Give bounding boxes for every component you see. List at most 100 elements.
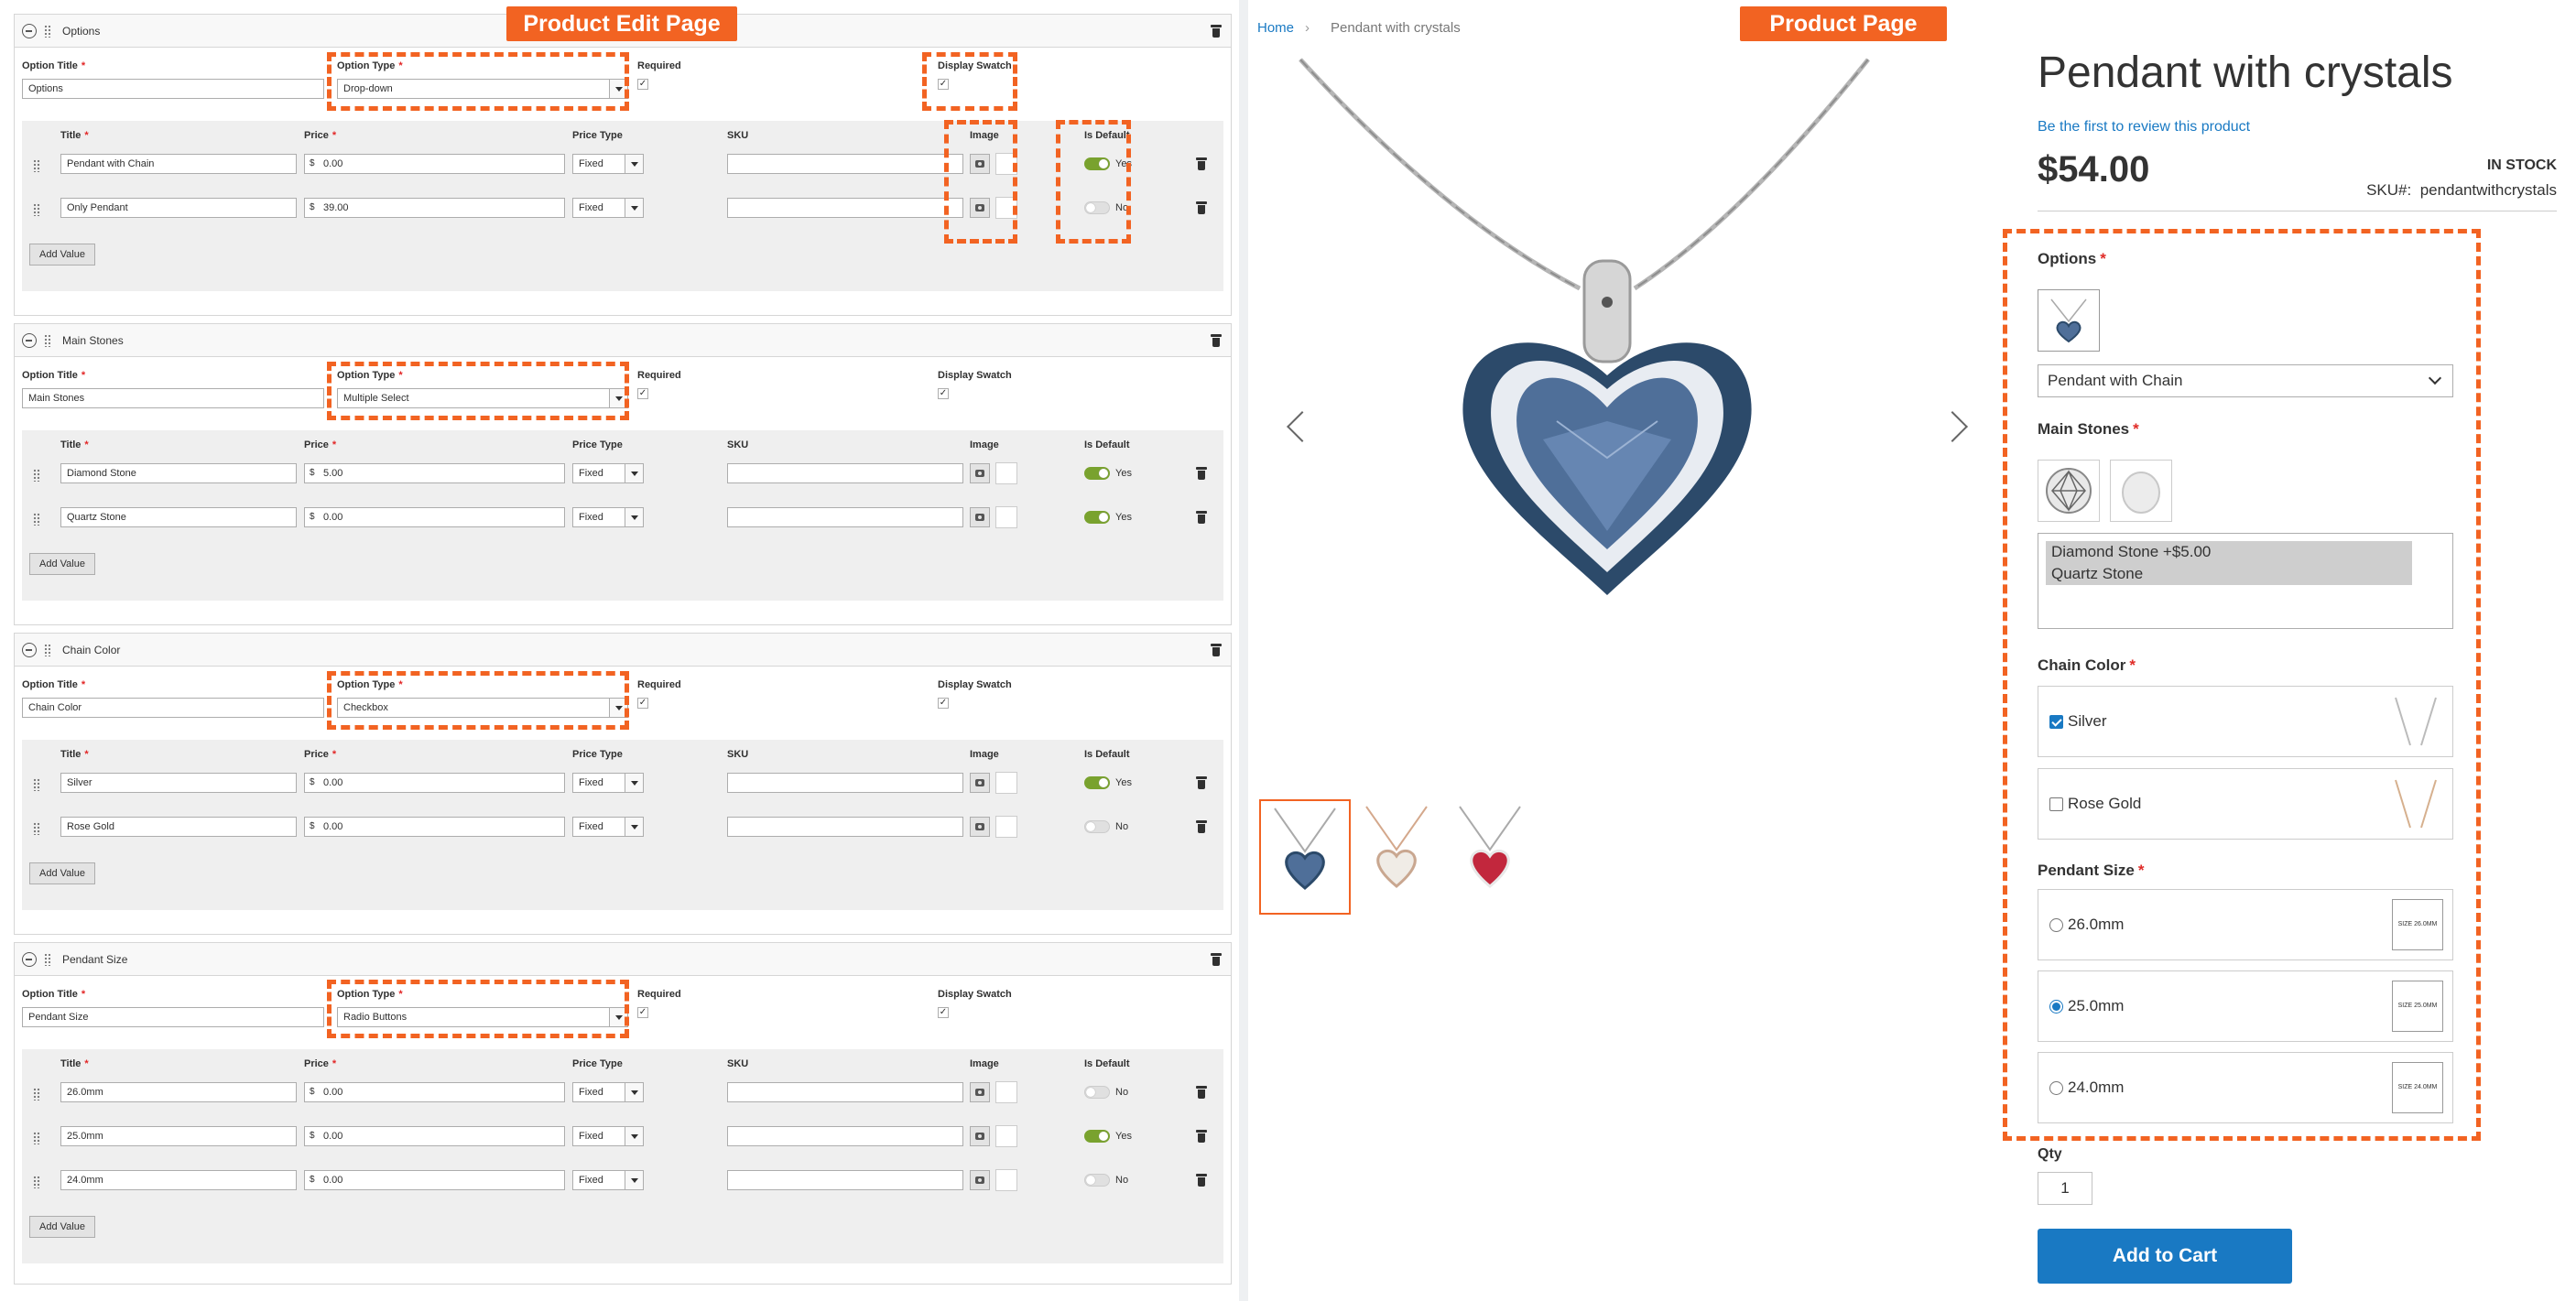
option-header[interactable]: Chain Color [15, 634, 1231, 667]
row-drag-handle-icon[interactable] [33, 778, 40, 791]
value-sku-input[interactable] [727, 198, 963, 218]
option-title-input[interactable]: Pendant Size [22, 1007, 324, 1027]
drag-handle-icon[interactable] [44, 953, 51, 966]
value-sku-input[interactable] [727, 1082, 963, 1102]
row-drag-handle-icon[interactable] [33, 513, 40, 526]
value-image-thumb[interactable] [995, 1081, 1017, 1103]
camera-icon[interactable] [970, 773, 990, 793]
row-drag-handle-icon[interactable] [33, 159, 40, 172]
delete-row-icon[interactable] [1196, 776, 1207, 789]
value-title-input[interactable]: 24.0mm [60, 1170, 297, 1190]
value-price-type-select[interactable]: Fixed [572, 463, 644, 483]
value-price-input[interactable]: 39.00 [304, 198, 565, 218]
chain-color-silver[interactable]: Silver [2038, 686, 2453, 757]
value-image-thumb[interactable] [995, 1125, 1017, 1147]
delete-row-icon[interactable] [1196, 201, 1207, 214]
add-value-button[interactable]: Add Value [29, 553, 95, 575]
delete-row-icon[interactable] [1196, 1174, 1207, 1187]
collapse-icon[interactable] [22, 24, 37, 38]
delete-option-icon[interactable] [1211, 334, 1222, 347]
value-sku-input[interactable] [727, 463, 963, 483]
value-price-input[interactable]: 0.00 [304, 154, 565, 174]
pendant-size-25[interactable]: 25.0mm SIZE 25.0MM [2038, 970, 2453, 1042]
value-price-input[interactable]: 0.00 [304, 1126, 565, 1146]
value-price-type-select[interactable]: Fixed [572, 1082, 644, 1102]
value-price-input[interactable]: 0.00 [304, 817, 565, 837]
delete-row-icon[interactable] [1196, 820, 1207, 833]
delete-row-icon[interactable] [1196, 1130, 1207, 1143]
drag-handle-icon[interactable] [44, 644, 51, 656]
pendant-size-26[interactable]: 26.0mm SIZE 26.0MM [2038, 889, 2453, 960]
option-type-select[interactable]: Radio Buttons [337, 1007, 628, 1027]
value-title-input[interactable]: Only Pendant [60, 198, 297, 218]
value-price-type-select[interactable]: Fixed [572, 198, 644, 218]
delete-row-icon[interactable] [1196, 467, 1207, 480]
option-title-input[interactable]: Main Stones [22, 388, 324, 408]
gallery-thumb-2[interactable] [1353, 799, 1444, 915]
options-swatch[interactable] [2038, 289, 2100, 352]
display-swatch-checkbox[interactable]: ✓ [938, 1007, 949, 1018]
size-24-radio[interactable] [2049, 1081, 2063, 1095]
value-price-type-select[interactable]: Fixed [572, 507, 644, 527]
delete-option-icon[interactable] [1211, 953, 1222, 966]
value-title-input[interactable]: Rose Gold [60, 817, 297, 837]
delete-option-icon[interactable] [1211, 644, 1222, 656]
value-price-type-select[interactable]: Fixed [572, 154, 644, 174]
add-value-button[interactable]: Add Value [29, 244, 95, 266]
qty-input[interactable]: 1 [2038, 1172, 2092, 1205]
display-swatch-checkbox[interactable]: ✓ [938, 388, 949, 399]
is-default-toggle[interactable] [1084, 1130, 1110, 1143]
camera-icon[interactable] [970, 1170, 990, 1190]
display-swatch-checkbox[interactable]: ✓ [938, 79, 949, 90]
gallery-thumb-1[interactable] [1259, 799, 1351, 915]
rose-gold-checkbox[interactable] [2049, 797, 2063, 811]
main-stones-option[interactable]: Diamond Stone +$5.00 [2046, 541, 2412, 563]
collapse-icon[interactable] [22, 643, 37, 657]
size-25-radio[interactable] [2049, 1000, 2063, 1014]
option-header[interactable]: Pendant Size [15, 943, 1231, 976]
option-header[interactable]: Main Stones [15, 324, 1231, 357]
delete-option-icon[interactable] [1211, 25, 1222, 38]
required-checkbox[interactable]: ✓ [637, 1007, 648, 1018]
option-title-input[interactable]: Options [22, 79, 324, 99]
is-default-toggle[interactable] [1084, 467, 1110, 480]
value-sku-input[interactable] [727, 817, 963, 837]
review-link[interactable]: Be the first to review this product [2038, 119, 2250, 136]
gallery-thumb-3[interactable] [1446, 799, 1538, 915]
main-stones-option[interactable]: Quartz Stone [2046, 563, 2412, 585]
drag-handle-icon[interactable] [44, 25, 51, 38]
camera-icon[interactable] [970, 1126, 990, 1146]
value-image-thumb[interactable] [995, 153, 1017, 175]
value-title-input[interactable]: 25.0mm [60, 1126, 297, 1146]
chain-color-rose-gold[interactable]: Rose Gold [2038, 768, 2453, 840]
required-checkbox[interactable]: ✓ [637, 79, 648, 90]
value-sku-input[interactable] [727, 1170, 963, 1190]
add-value-button[interactable]: Add Value [29, 1216, 95, 1238]
pendant-size-24[interactable]: 24.0mm SIZE 24.0MM [2038, 1052, 2453, 1123]
value-price-input[interactable]: 0.00 [304, 773, 565, 793]
value-title-input[interactable]: Silver [60, 773, 297, 793]
add-value-button[interactable]: Add Value [29, 862, 95, 884]
value-image-thumb[interactable] [995, 816, 1017, 838]
value-sku-input[interactable] [727, 1126, 963, 1146]
display-swatch-checkbox[interactable]: ✓ [938, 698, 949, 709]
value-title-input[interactable]: Diamond Stone [60, 463, 297, 483]
value-image-thumb[interactable] [995, 772, 1017, 794]
value-price-input[interactable]: 0.00 [304, 507, 565, 527]
camera-icon[interactable] [970, 817, 990, 837]
is-default-toggle[interactable] [1084, 201, 1110, 214]
main-stones-swatch-diamond[interactable] [2038, 460, 2100, 522]
is-default-toggle[interactable] [1084, 776, 1110, 789]
value-image-thumb[interactable] [995, 197, 1017, 219]
value-price-type-select[interactable]: Fixed [572, 817, 644, 837]
option-type-select[interactable]: Checkbox [337, 698, 628, 718]
value-price-input[interactable]: 0.00 [304, 1082, 565, 1102]
option-type-select[interactable]: Multiple Select [337, 388, 628, 408]
value-image-thumb[interactable] [995, 506, 1017, 528]
main-stones-multiselect[interactable]: Diamond Stone +$5.00 Quartz Stone [2038, 533, 2453, 629]
row-drag-handle-icon[interactable] [33, 469, 40, 482]
is-default-toggle[interactable] [1084, 820, 1110, 833]
value-image-thumb[interactable] [995, 462, 1017, 484]
row-drag-handle-icon[interactable] [33, 822, 40, 835]
value-sku-input[interactable] [727, 773, 963, 793]
